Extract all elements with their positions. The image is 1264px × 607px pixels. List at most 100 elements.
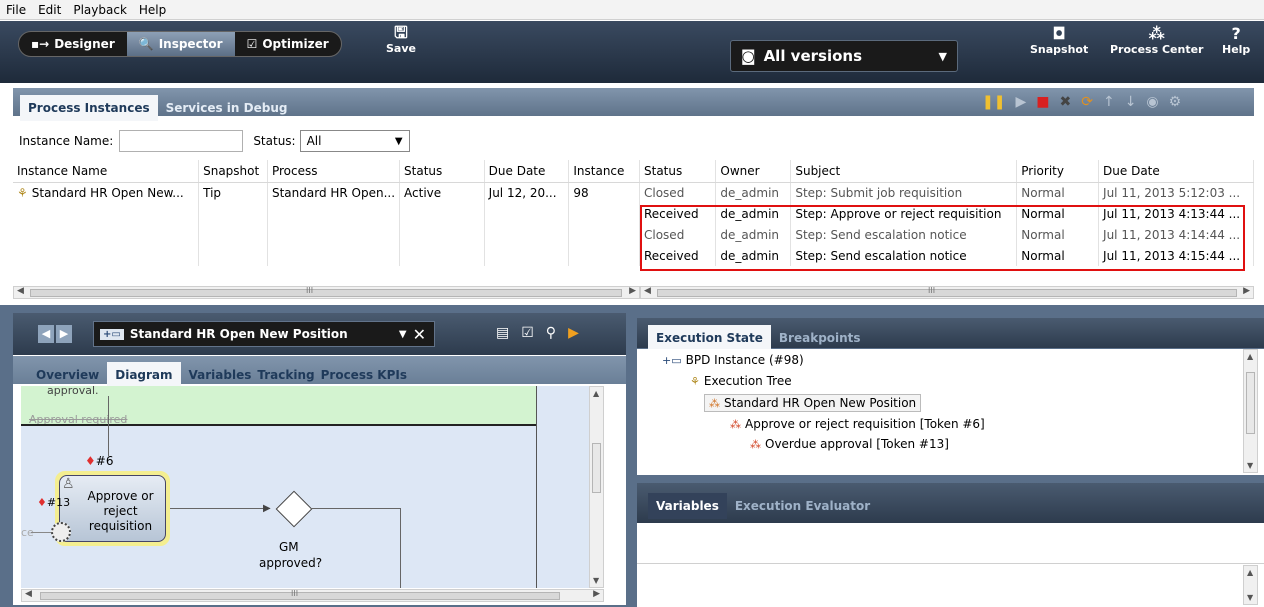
back-icon[interactable]: ◀: [38, 325, 54, 343]
col-instance-name[interactable]: Instance Name: [13, 160, 200, 183]
arrow-up-icon[interactable]: ▲: [593, 389, 599, 398]
tab-overview[interactable]: Overview: [28, 362, 107, 388]
arrow-right-icon[interactable]: ▶: [629, 286, 636, 296]
chevron-down-icon: ▼: [398, 328, 407, 340]
arrow-down-icon[interactable]: ▼: [593, 576, 599, 585]
help-button[interactable]: ? Help: [1222, 25, 1250, 57]
stop-icon[interactable]: ■: [1036, 94, 1049, 110]
arrow-left-icon[interactable]: ◀: [644, 286, 651, 296]
tree-item-selected[interactable]: ⁂ Standard HR Open New Position: [704, 394, 922, 412]
process-center-button[interactable]: ⁂ Process Center: [1110, 25, 1203, 57]
diagram-actions: ▤ ☑ ⚲ ▶: [496, 325, 579, 341]
instance-icon: ⚘: [17, 185, 28, 200]
execution-vscroll[interactable]: ▲ ▼: [1243, 349, 1258, 473]
arrow-right-icon[interactable]: ▶: [593, 589, 600, 599]
tab-breakpoints[interactable]: Breakpoints: [771, 325, 869, 351]
refresh-icon[interactable]: ⟳: [1081, 94, 1093, 110]
user-icon: ♙: [62, 476, 75, 492]
snapshot-button[interactable]: ◘ Snapshot: [1030, 25, 1088, 57]
arrow-right-icon[interactable]: ▶: [1243, 286, 1250, 296]
tab-execution-evaluator[interactable]: Execution Evaluator: [727, 493, 878, 519]
step-icon[interactable]: ▶: [1015, 94, 1026, 110]
diagram-vscroll[interactable]: ▲ ▼: [589, 386, 604, 588]
arrow-up-icon[interactable]: ▲: [1247, 568, 1253, 577]
forward-icon[interactable]: ▶: [56, 325, 72, 343]
tab-execution-state[interactable]: Execution State: [648, 325, 771, 351]
arrow-up-icon[interactable]: ▲: [1247, 352, 1253, 361]
tree-item[interactable]: ⚘ Execution Tree: [690, 374, 792, 388]
table-row[interactable]: Closed de_admin Step: Submit job requisi…: [640, 182, 1254, 203]
version-select[interactable]: ◙ All versions ▼: [730, 40, 958, 72]
diagram-hscroll[interactable]: ◀ III ▶: [21, 589, 604, 602]
arrow-down-icon[interactable]: ↓: [1125, 94, 1137, 110]
optimizer-button[interactable]: ☑ Optimizer: [235, 32, 341, 56]
arrow-down-icon[interactable]: ▼: [1247, 461, 1253, 470]
pause-icon[interactable]: ❚❚: [982, 94, 1005, 110]
export-icon[interactable]: ▤: [496, 325, 509, 341]
col-subject[interactable]: Subject: [790, 160, 1018, 183]
menu-help[interactable]: Help: [139, 3, 166, 17]
col-instance[interactable]: Instance: [568, 160, 640, 183]
token-marker[interactable]: ♦#6: [85, 454, 113, 468]
delete-icon[interactable]: ✖: [1059, 94, 1071, 110]
variables-body: [637, 523, 1264, 607]
arrow-down-icon[interactable]: ▼: [1247, 593, 1253, 602]
chart-icon[interactable]: ☑: [521, 325, 534, 341]
col-process[interactable]: Process: [267, 160, 401, 183]
col-owner[interactable]: Owner: [715, 160, 792, 183]
close-icon[interactable]: ✕: [413, 325, 426, 344]
menu-playback[interactable]: Playback: [73, 3, 127, 17]
menu-edit[interactable]: Edit: [38, 3, 61, 17]
col-status[interactable]: Status: [399, 160, 485, 183]
instances-tabs: Process Instances Services in Debug: [20, 95, 295, 121]
activity-approve-reject[interactable]: Approve or reject requisition: [59, 475, 166, 542]
run-icon[interactable]: ◉: [1146, 94, 1158, 110]
arrow-left-icon[interactable]: ◀: [25, 589, 32, 599]
tasks-hscroll[interactable]: ◀ III ▶: [640, 286, 1254, 299]
tab-process-instances[interactable]: Process Instances: [20, 95, 158, 121]
token-icon: ⁂: [750, 437, 761, 451]
process-token-icon: ⁂: [709, 396, 720, 410]
variables-vscroll[interactable]: ▲ ▼: [1243, 565, 1258, 605]
col-task-due-date[interactable]: Due Date: [1098, 160, 1254, 183]
execution-tree: [637, 349, 1264, 475]
arrow-up-icon[interactable]: ↑: [1103, 94, 1115, 110]
col-priority[interactable]: Priority: [1016, 160, 1100, 183]
tab-tracking[interactable]: Tracking: [254, 362, 317, 388]
tab-variables-panel[interactable]: Variables: [648, 493, 727, 519]
tab-variables[interactable]: Variables: [181, 362, 255, 388]
tab-process-kpis[interactable]: Process KPIs: [318, 362, 410, 388]
execution-tabs: Execution State Breakpoints: [648, 325, 869, 351]
tree-item[interactable]: ⁂ Approve or reject requisition [Token #6…: [730, 417, 985, 431]
pin-icon: ♦: [85, 454, 96, 468]
inspector-button[interactable]: 🔍 Inspector: [126, 32, 235, 56]
inspect-icon[interactable]: ⚲: [546, 325, 556, 341]
gateway-gm-approved[interactable]: [275, 490, 313, 528]
token-marker[interactable]: ♦#13: [37, 496, 70, 509]
tree-item[interactable]: +▭ BPD Instance (#98): [662, 353, 804, 367]
play-icon[interactable]: ▶: [568, 325, 579, 341]
diagram-canvas[interactable]: approval. Approval required ♦#6 Approve …: [21, 386, 589, 588]
tab-diagram[interactable]: Diagram: [107, 362, 181, 388]
save-button[interactable]: 🖫 Save: [386, 24, 416, 56]
status-select[interactable]: All ▼: [299, 130, 410, 152]
process-select[interactable]: +▭ Standard HR Open New Position ▼ ✕: [93, 321, 435, 347]
col-due-date[interactable]: Due Date: [484, 160, 570, 183]
menu-file[interactable]: File: [6, 3, 26, 17]
history-nav: ◀ ▶: [38, 325, 72, 343]
arrow-left-icon[interactable]: ◀: [17, 286, 24, 296]
col-snapshot[interactable]: Snapshot: [198, 160, 268, 183]
pin-icon: ♦: [37, 496, 47, 509]
settings-icon[interactable]: ⚙: [1169, 94, 1182, 110]
col-task-status[interactable]: Status: [640, 160, 717, 183]
variables-tabs: Variables Execution Evaluator: [648, 493, 878, 519]
instances-hscroll[interactable]: ◀ III ▶: [13, 286, 640, 299]
tree-item[interactable]: ⁂ Overdue approval [Token #13]: [750, 437, 949, 451]
status-label: Status:: [253, 134, 296, 148]
timer-event-icon[interactable]: [51, 522, 71, 542]
instance-name-input[interactable]: [119, 130, 244, 152]
lane-divider: [21, 424, 536, 426]
designer-button[interactable]: ▪→ Designer: [19, 32, 127, 56]
tab-services-in-debug[interactable]: Services in Debug: [158, 95, 296, 121]
table-row[interactable]: ⚘ Standard HR Open New... Tip Standard HR…: [13, 182, 640, 203]
